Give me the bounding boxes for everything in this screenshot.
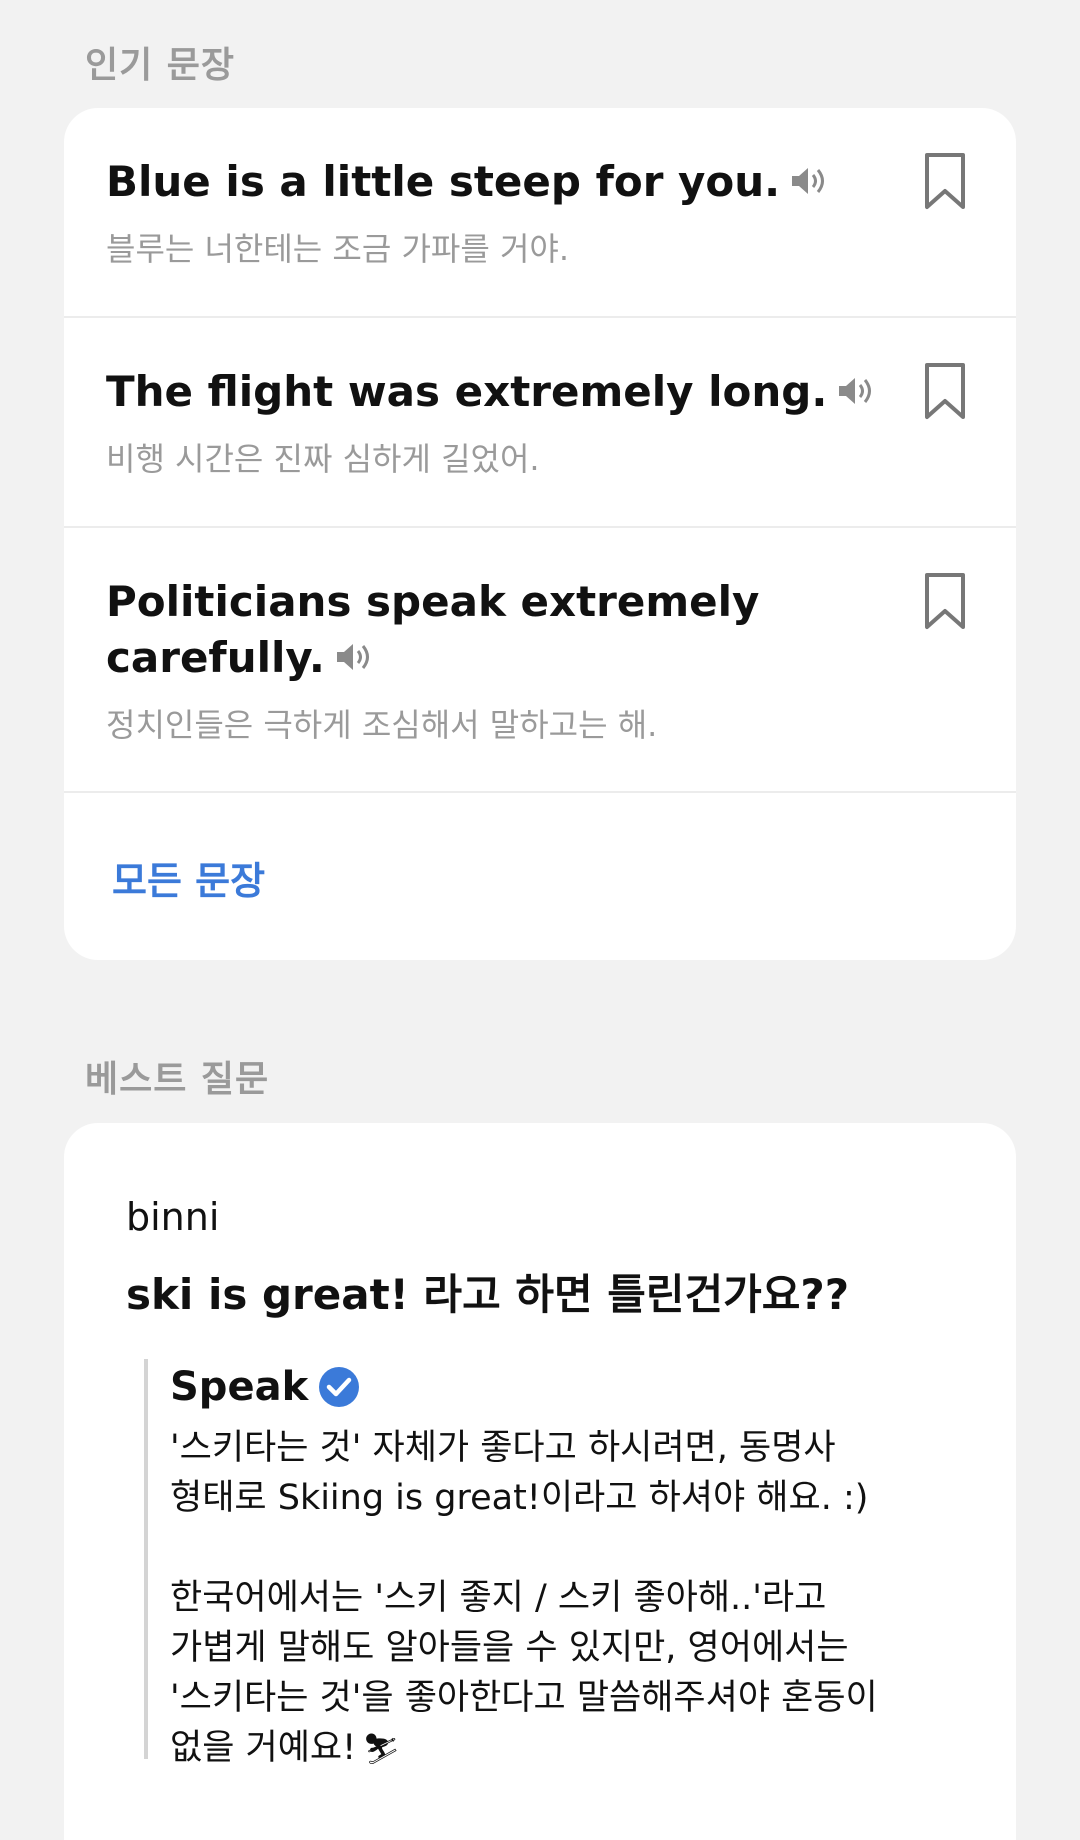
speaker-icon[interactable]: [790, 165, 826, 197]
sentence-row[interactable]: Blue is a little steep for you. 블루는 너한테는…: [64, 108, 1016, 318]
sentence-korean: 블루는 너한테는 조금 가파를 거야.: [106, 230, 570, 268]
sentence-row[interactable]: The flight was extremely long. 비행 시간은 진짜…: [64, 318, 1016, 528]
best-question-card[interactable]: binni ski is great! 라고 하면 틀린건가요?? Speak …: [64, 1123, 1016, 1840]
all-sentences-link[interactable]: 모든 문장: [112, 850, 265, 905]
answer-author: Speak: [170, 1364, 309, 1410]
sentence-english: Blue is a little steep for you.: [106, 154, 886, 210]
sentence-english-text: Politicians speak extremely carefully.: [106, 577, 760, 682]
answer-body-text: '스키타는 것' 자체가 좋다고 하시려면, 동명사 형태로 Skiing is…: [170, 1428, 878, 1768]
sentence-english: The flight was extremely long.: [106, 364, 886, 420]
bookmark-icon[interactable]: [924, 572, 966, 630]
sentence-english-text: Blue is a little steep for you.: [106, 157, 781, 206]
sentence-english: Politicians speak extremely carefully.: [106, 574, 886, 686]
speaker-icon[interactable]: [335, 641, 371, 673]
bookmark-icon[interactable]: [924, 362, 966, 420]
section-title-popular: 인기 문장: [85, 45, 236, 86]
sentence-row[interactable]: Politicians speak extremely carefully. 정…: [64, 528, 1016, 793]
answer-block: Speak '스키타는 것' 자체가 좋다고 하시려면, 동명사 형태로 Ski…: [144, 1359, 964, 1768]
question-text: ski is great! 라고 하면 틀린건가요??: [126, 1270, 850, 1319]
section-title-best-questions: 베스트 질문: [85, 1059, 270, 1100]
verified-check-icon: [319, 1367, 360, 1407]
bookmark-icon[interactable]: [924, 152, 966, 210]
sentence-korean: 비행 시간은 진짜 심하게 길었어.: [106, 440, 540, 478]
answer-body: '스키타는 것' 자체가 좋다고 하시려면, 동명사 형태로 Skiing is…: [170, 1423, 964, 1775]
sentence-korean: 정치인들은 극하게 조심해서 말하고는 해.: [106, 706, 658, 744]
sentence-english-text: The flight was extremely long.: [106, 367, 828, 416]
popular-sentences-card: Blue is a little steep for you. 블루는 너한테는…: [64, 108, 1016, 960]
speaker-icon[interactable]: [837, 375, 873, 407]
answer-header: Speak: [170, 1359, 964, 1415]
question-username: binni: [126, 1195, 220, 1239]
skier-emoji: ⛷: [362, 1732, 401, 1767]
